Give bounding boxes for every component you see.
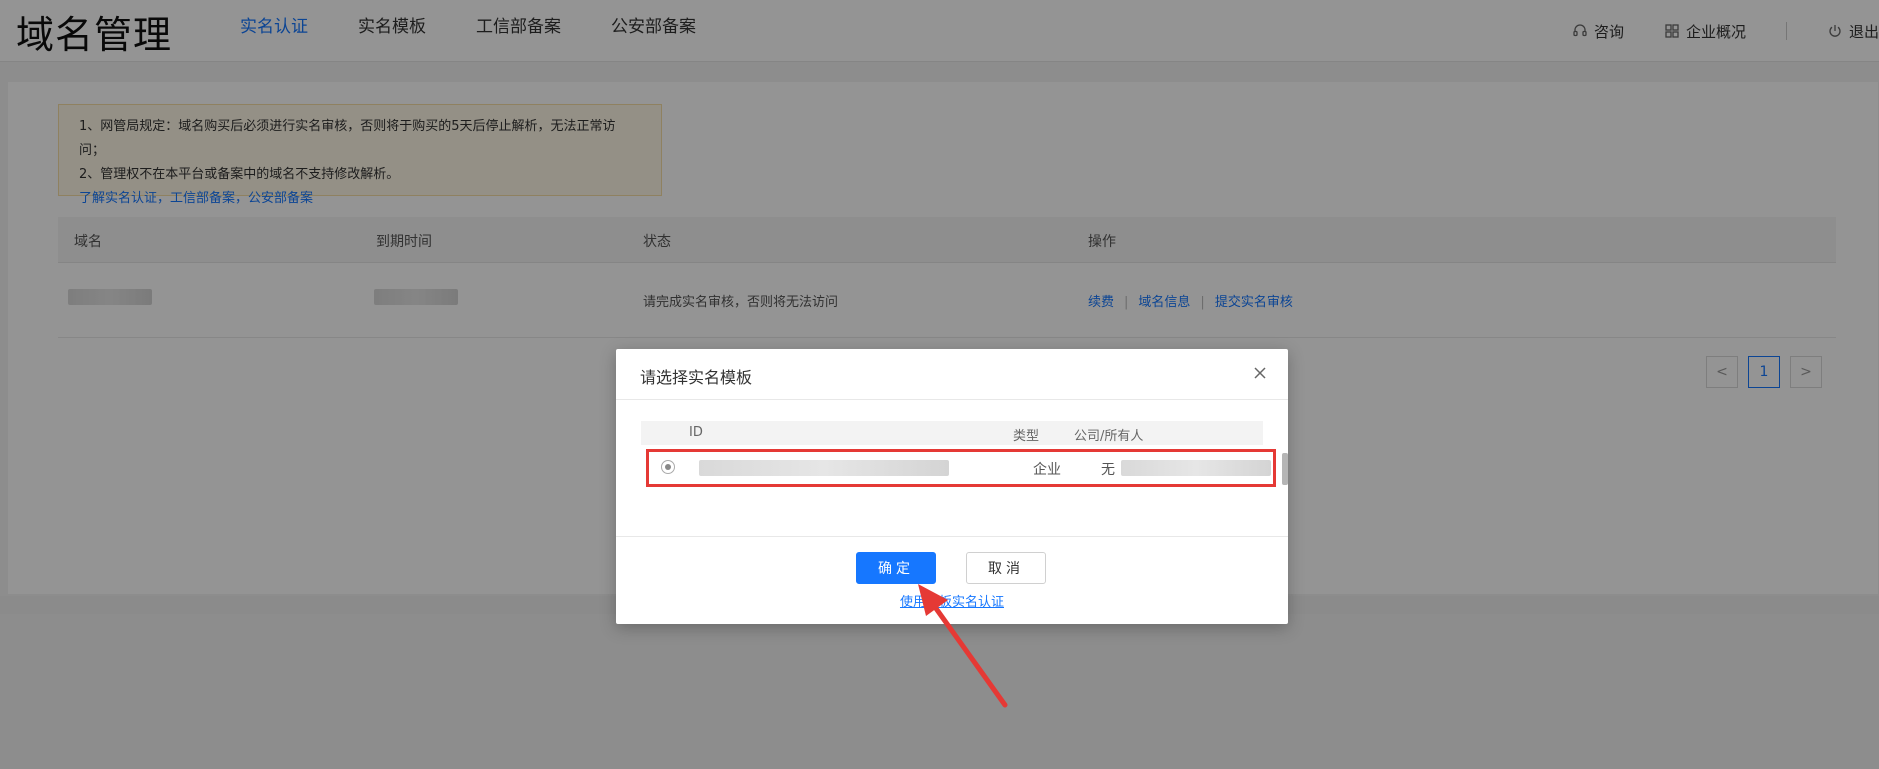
modal-title: 请选择实名模板: [640, 368, 753, 387]
confirm-button[interactable]: 确定: [856, 552, 936, 584]
template-owner-prefix: 无: [1101, 462, 1115, 478]
use-template-link[interactable]: 使用模板实名认证: [900, 595, 1004, 610]
template-type: 企业: [1033, 462, 1061, 478]
modal-header-divider: [616, 399, 1288, 400]
modal-footer-divider: [616, 536, 1288, 537]
select-template-modal: 请选择实名模板 ID 类型 公司/所有人 企业 无 确定 取消 使用模板实名认证: [616, 349, 1288, 624]
modal-scrollbar[interactable]: [1282, 453, 1288, 485]
cancel-button[interactable]: 取消: [966, 552, 1046, 584]
close-icon[interactable]: [1250, 363, 1270, 383]
col-id: ID: [689, 425, 703, 440]
template-row[interactable]: 企业 无: [646, 449, 1276, 487]
use-template-link-wrap: 使用模板实名认证: [616, 591, 1288, 610]
col-type: 类型: [1013, 429, 1040, 444]
template-radio[interactable]: [661, 460, 675, 474]
col-owner: 公司/所有人: [1074, 429, 1144, 444]
template-table-header: ID 类型 公司/所有人: [641, 421, 1263, 445]
